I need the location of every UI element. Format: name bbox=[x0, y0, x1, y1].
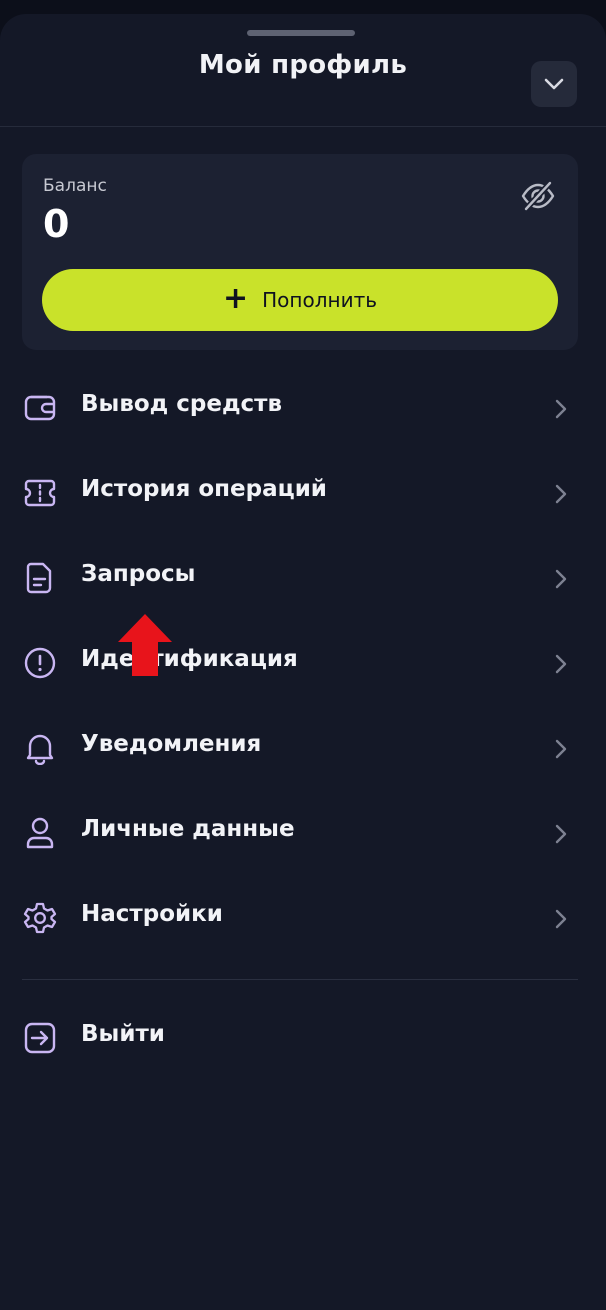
menu-item-personal-data[interactable]: Личные данные bbox=[0, 795, 606, 871]
balance-label: Баланс bbox=[43, 176, 107, 196]
plus-icon: + bbox=[222, 281, 249, 316]
chevron-right-icon bbox=[550, 481, 572, 507]
menu-item-identification[interactable]: Идентификация bbox=[0, 625, 606, 701]
menu-item-label: Идентификация bbox=[81, 646, 298, 672]
collapse-button[interactable] bbox=[531, 61, 577, 107]
chevron-right-icon bbox=[550, 651, 572, 677]
wallet-icon bbox=[22, 390, 58, 426]
menu-item-withdrawal[interactable]: Вывод средств bbox=[0, 370, 606, 446]
chevron-down-icon bbox=[544, 78, 564, 90]
menu-item-history[interactable]: История операций bbox=[0, 455, 606, 531]
sheet-header: Мой профиль bbox=[0, 14, 606, 127]
ticket-icon bbox=[22, 475, 58, 511]
menu-item-label: История операций bbox=[81, 476, 327, 502]
divider bbox=[22, 979, 578, 980]
menu-item-notifications[interactable]: Уведомления bbox=[0, 710, 606, 786]
menu-item-label: Уведомления bbox=[81, 731, 262, 757]
profile-sheet: Мой профиль Баланс 0 + Пополнить Вывод с… bbox=[0, 14, 606, 1310]
menu-item-settings[interactable]: Настройки bbox=[0, 880, 606, 956]
page-title: Мой профиль bbox=[198, 50, 408, 80]
alert-circle-icon bbox=[22, 645, 58, 681]
menu-item-requests[interactable]: Запросы bbox=[0, 540, 606, 616]
user-icon bbox=[22, 815, 58, 851]
logout-label: Выйти bbox=[81, 1021, 165, 1047]
chevron-right-icon bbox=[550, 821, 572, 847]
screen: Мой профиль Баланс 0 + Пополнить Вывод с… bbox=[0, 0, 606, 1310]
document-icon bbox=[22, 560, 58, 596]
chevron-right-icon bbox=[550, 566, 572, 592]
balance-card: Баланс 0 + Пополнить bbox=[22, 154, 578, 350]
menu-item-label: Настройки bbox=[81, 901, 223, 927]
toggle-balance-visibility-button[interactable] bbox=[518, 178, 558, 214]
topup-button[interactable]: + Пополнить bbox=[42, 269, 558, 331]
annotation-arrow-icon bbox=[118, 614, 172, 676]
eye-off-icon bbox=[521, 180, 555, 212]
logout-button[interactable]: Выйти bbox=[0, 1000, 606, 1076]
menu-item-label: Вывод средств bbox=[81, 391, 283, 417]
topup-label: Пополнить bbox=[262, 288, 378, 312]
chevron-right-icon bbox=[550, 396, 572, 422]
bell-icon bbox=[22, 730, 58, 766]
menu-item-label: Личные данные bbox=[81, 816, 295, 842]
logout-icon bbox=[22, 1020, 58, 1056]
chevron-right-icon bbox=[550, 736, 572, 762]
menu-item-label: Запросы bbox=[81, 561, 196, 587]
gear-icon bbox=[22, 900, 58, 936]
chevron-right-icon bbox=[550, 906, 572, 932]
drag-handle[interactable] bbox=[247, 30, 355, 36]
balance-value: 0 bbox=[43, 202, 70, 246]
